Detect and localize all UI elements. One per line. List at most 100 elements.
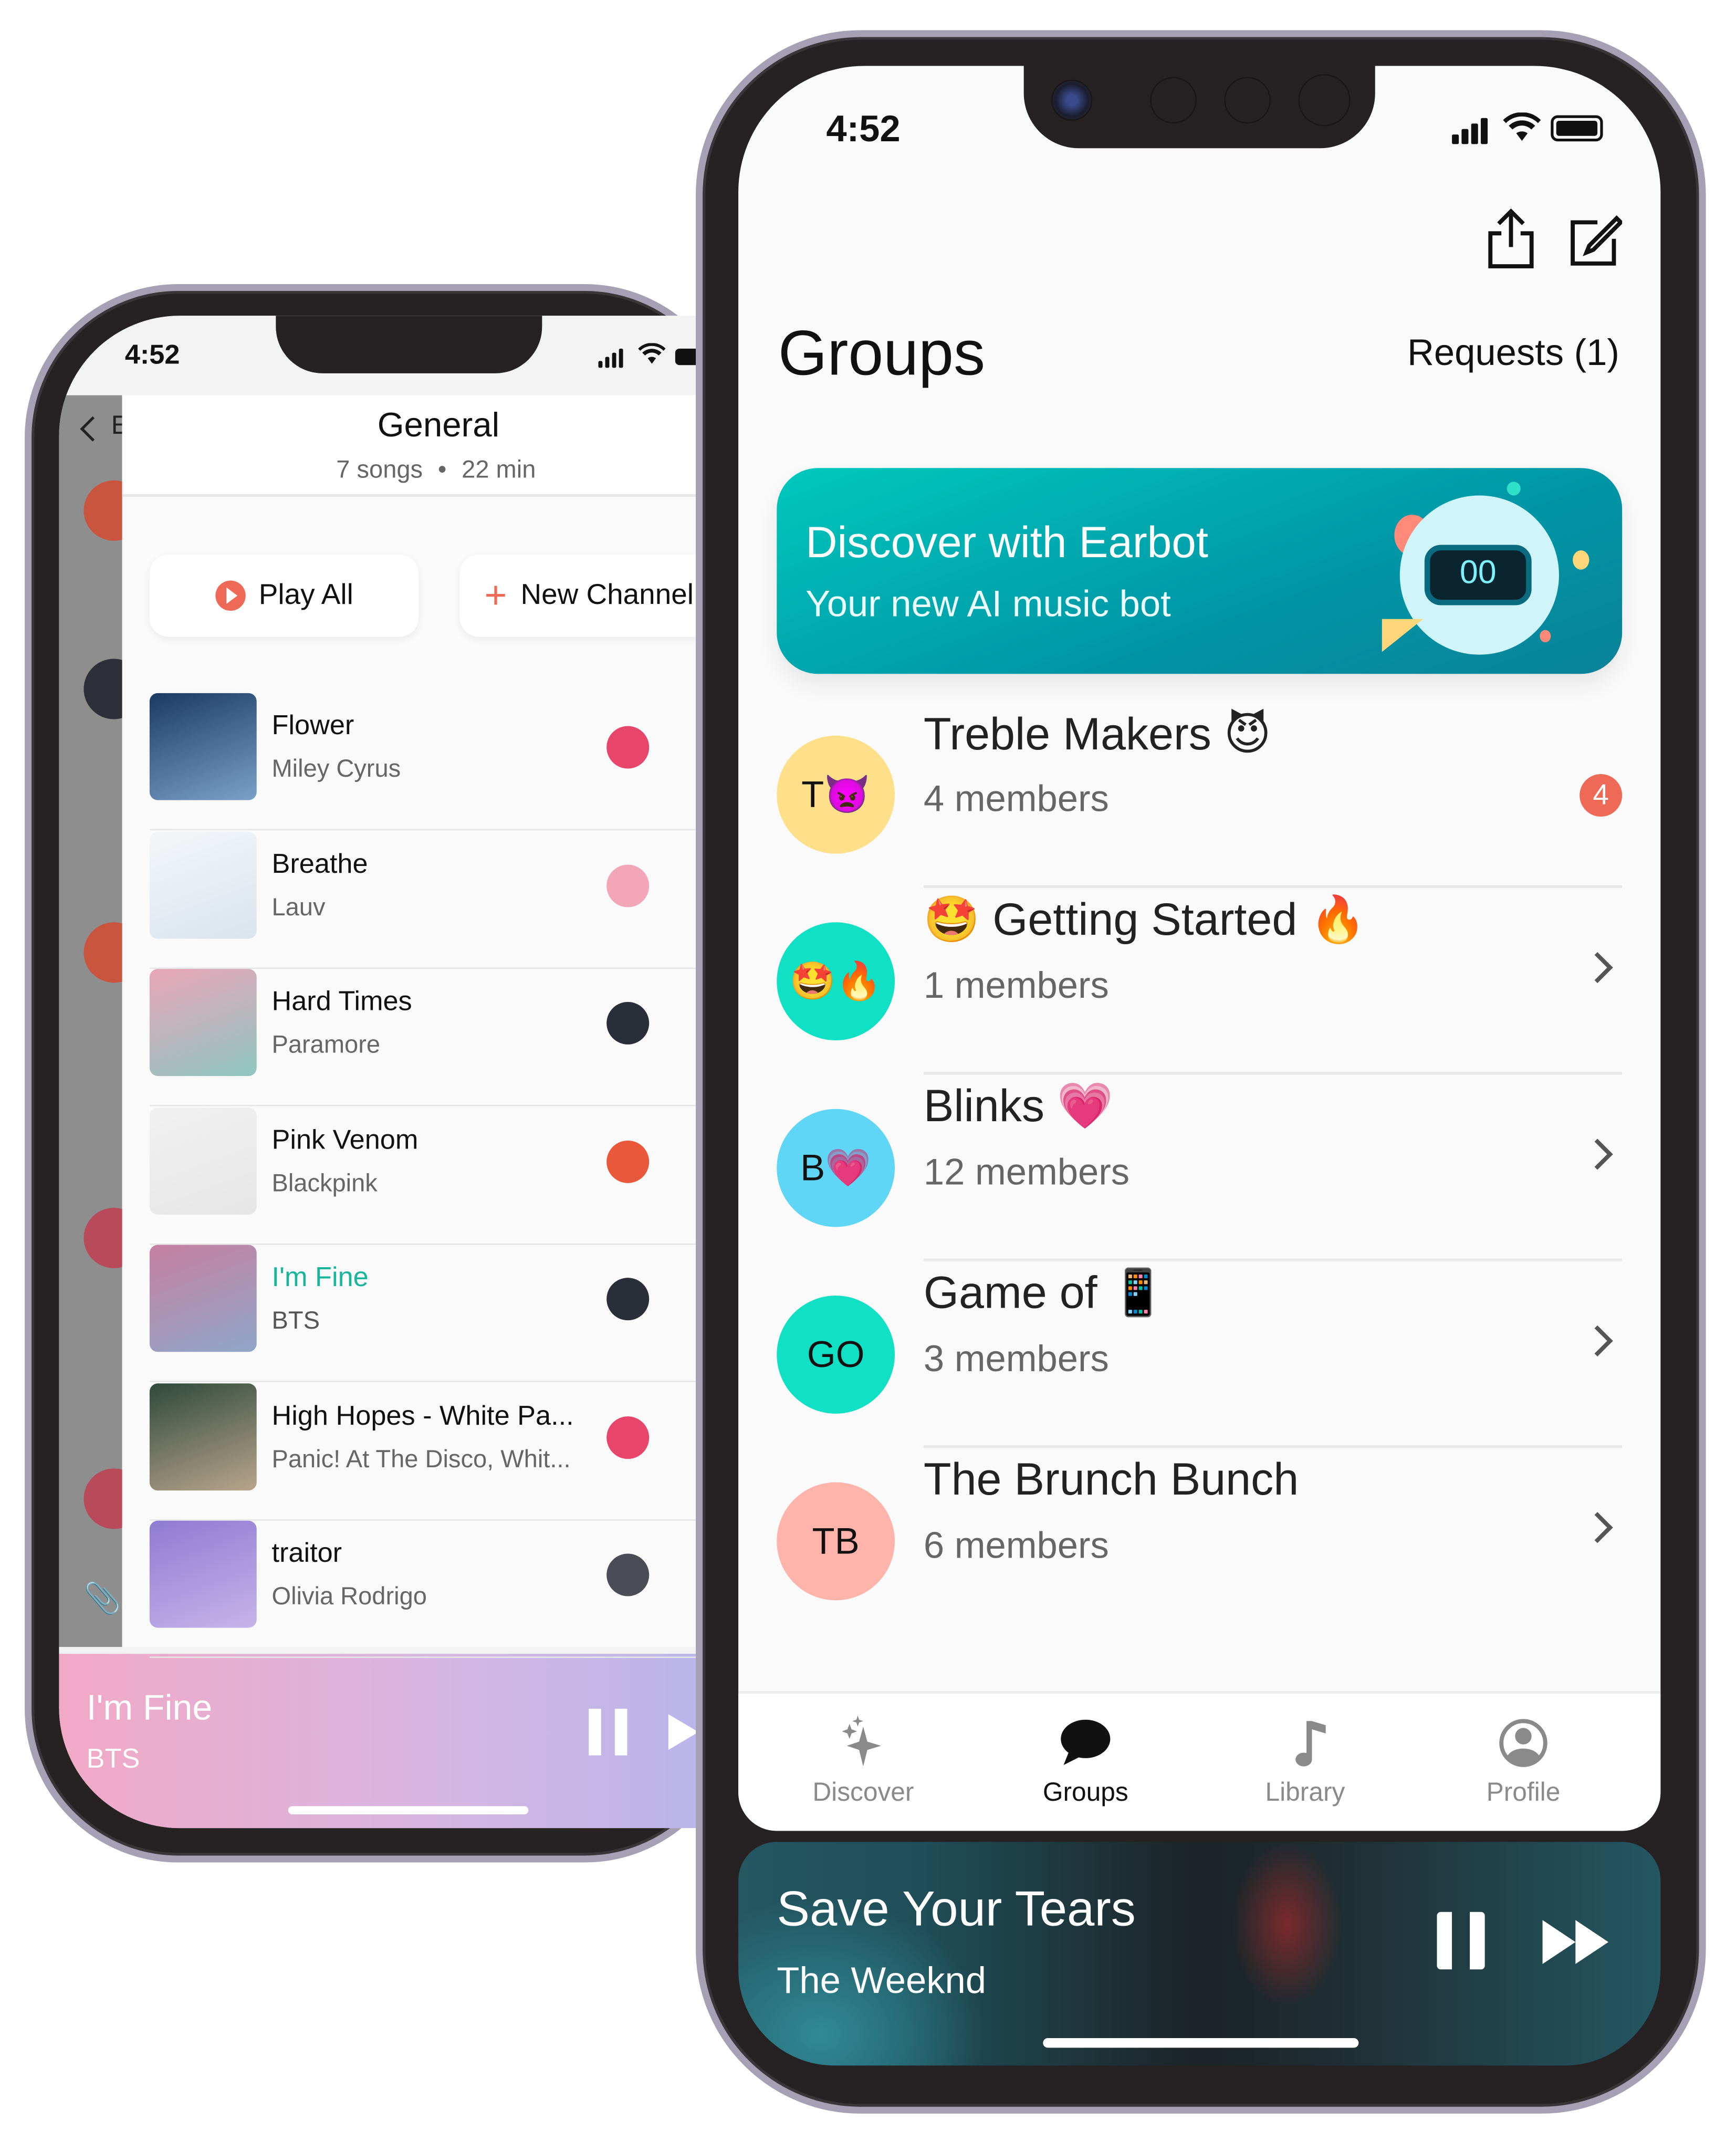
song-row[interactable]: Flower Miley Cyrus: [149, 693, 699, 831]
album-art: [149, 831, 257, 938]
song-row[interactable]: Hard Times Paramore: [149, 969, 699, 1106]
song-artist: Lauv: [271, 893, 326, 921]
song-artist: Paramore: [271, 1030, 381, 1059]
song-artist: BTS: [271, 1307, 320, 1334]
group-avatar: T👿: [777, 735, 895, 854]
now-playing-title: I'm Fine: [86, 1686, 213, 1728]
pause-button[interactable]: [1437, 1912, 1485, 1970]
contributor-avatar: [606, 1140, 650, 1183]
contributor-avatar: [606, 864, 650, 907]
signal-icon: [1452, 118, 1488, 144]
song-title: Pink Venom: [271, 1124, 419, 1155]
group-name: Game of 📱: [923, 1267, 1166, 1318]
duration: 22 min: [462, 455, 536, 483]
album-art: [149, 693, 257, 800]
group-members: 3 members: [923, 1338, 1109, 1380]
plus-icon: +: [484, 573, 507, 617]
group-name: Blinks 💗: [923, 1080, 1114, 1131]
earbot-banner[interactable]: Discover with Earbot Your new AI music b…: [777, 468, 1623, 674]
group-avatar: B💗: [777, 1109, 895, 1227]
home-indicator: [1043, 2038, 1359, 2048]
song-title: traitor: [271, 1538, 342, 1569]
tab-label: Groups: [1042, 1779, 1128, 1808]
front-camera: [1051, 79, 1093, 121]
playlist-meta: 7 songs • 22 min: [336, 456, 536, 485]
group-avatar: GO: [777, 1296, 895, 1414]
chevron-right-icon: [1582, 952, 1613, 984]
new-channel-label: New Channel: [520, 579, 694, 611]
play-circle-icon: [215, 580, 245, 611]
group-avatar: TB: [777, 1482, 895, 1601]
play-next-icon[interactable]: [668, 1714, 699, 1750]
group-row[interactable]: 🤩🔥 🤩 Getting Started 🔥 1 members: [777, 888, 1623, 1075]
album-art: [149, 1520, 257, 1628]
chevron-right-icon: [1582, 1512, 1613, 1543]
share-icon[interactable]: [1486, 208, 1535, 276]
unread-badge: 4: [1580, 774, 1623, 817]
pause-button[interactable]: [589, 1708, 628, 1756]
song-row[interactable]: I'm Fine BTS: [149, 1245, 699, 1382]
right-now-playing-bar[interactable]: Save Your Tears The Weeknd: [738, 1842, 1661, 2066]
group-avatar: 🤩🔥: [777, 922, 895, 1041]
song-row[interactable]: High Hopes - White Pa... Panic! At The D…: [149, 1383, 699, 1520]
back-chevron-icon[interactable]: [80, 416, 106, 442]
song-title: I'm Fine: [271, 1262, 369, 1293]
wifi-icon: [1503, 112, 1541, 150]
contributor-avatar: [606, 1278, 650, 1321]
notch: [1023, 66, 1375, 149]
tab-label: Discover: [812, 1779, 914, 1808]
requests-link[interactable]: Requests (1): [1407, 332, 1619, 374]
play-all-button[interactable]: Play All: [149, 554, 419, 637]
new-channel-button[interactable]: + New Channel: [459, 554, 704, 637]
group-name: The Brunch Bunch: [923, 1453, 1299, 1505]
banner-title: Discover with Earbot: [806, 517, 1209, 567]
group-name: 🤩 Getting Started 🔥: [923, 893, 1366, 945]
song-title: High Hopes - White Pa...: [271, 1401, 574, 1431]
group-row[interactable]: TB The Brunch Bunch 6 members: [777, 1448, 1622, 1634]
group-members: 4 members: [923, 778, 1109, 820]
play-all-label: Play All: [258, 579, 353, 611]
status-time: 4:52: [124, 340, 180, 371]
home-indicator: [288, 1806, 529, 1815]
signal-icon: [598, 348, 623, 368]
banner-subtitle: Your new AI music bot: [806, 583, 1171, 625]
song-artist: Panic! At The Disco, Whit...: [271, 1444, 571, 1472]
song-count: 7 songs: [336, 455, 423, 483]
compose-icon[interactable]: [1567, 214, 1624, 276]
song-title: Flower: [271, 711, 354, 742]
chevron-right-icon: [1582, 1139, 1613, 1170]
tab-label: Library: [1265, 1779, 1345, 1808]
now-playing-title: Save Your Tears: [777, 1880, 1136, 1937]
chevron-right-icon: [1582, 1325, 1613, 1356]
song-row[interactable]: traitor Olivia Rodrigo: [149, 1520, 699, 1658]
song-artist: Blackpink: [271, 1168, 378, 1196]
song-artist: Olivia Rodrigo: [271, 1582, 427, 1610]
album-art: [149, 1245, 257, 1352]
sheet-header: General 7 songs • 22 min: [122, 395, 704, 497]
song-title: Breathe: [271, 849, 368, 879]
group-members: 6 members: [923, 1525, 1109, 1567]
now-playing-bar[interactable]: I'm Fine BTS: [59, 1654, 704, 1829]
song-row[interactable]: Breathe Lauv: [149, 831, 699, 968]
battery-icon: [1551, 115, 1603, 142]
song-title: Hard Times: [271, 987, 412, 1017]
group-row[interactable]: GO Game of 📱 3 members: [777, 1261, 1623, 1448]
album-art: [149, 1383, 257, 1490]
group-name: Treble Makers 😈: [923, 708, 1271, 759]
group-members: 12 members: [923, 1151, 1130, 1193]
contributor-avatar: [606, 1001, 650, 1045]
contributor-avatar: [606, 1553, 650, 1596]
group-row[interactable]: T👿 Treble Makers 😈 4 members 4: [777, 701, 1623, 888]
contributor-avatar: [606, 1415, 650, 1458]
album-art: [149, 1106, 257, 1214]
now-playing-artist: BTS: [86, 1744, 140, 1775]
status-time: 4:52: [826, 108, 901, 150]
group-row[interactable]: B💗 Blinks 💗 12 members: [777, 1074, 1623, 1261]
fast-forward-icon[interactable]: [1542, 1920, 1609, 1964]
contributor-avatar: [606, 726, 650, 769]
page-title: General: [377, 406, 500, 445]
attachment-icon[interactable]: 📎: [83, 1581, 121, 1617]
song-row[interactable]: Pink Venom Blackpink: [149, 1106, 699, 1245]
wifi-icon: [638, 342, 666, 372]
page-title: Groups: [778, 317, 986, 389]
